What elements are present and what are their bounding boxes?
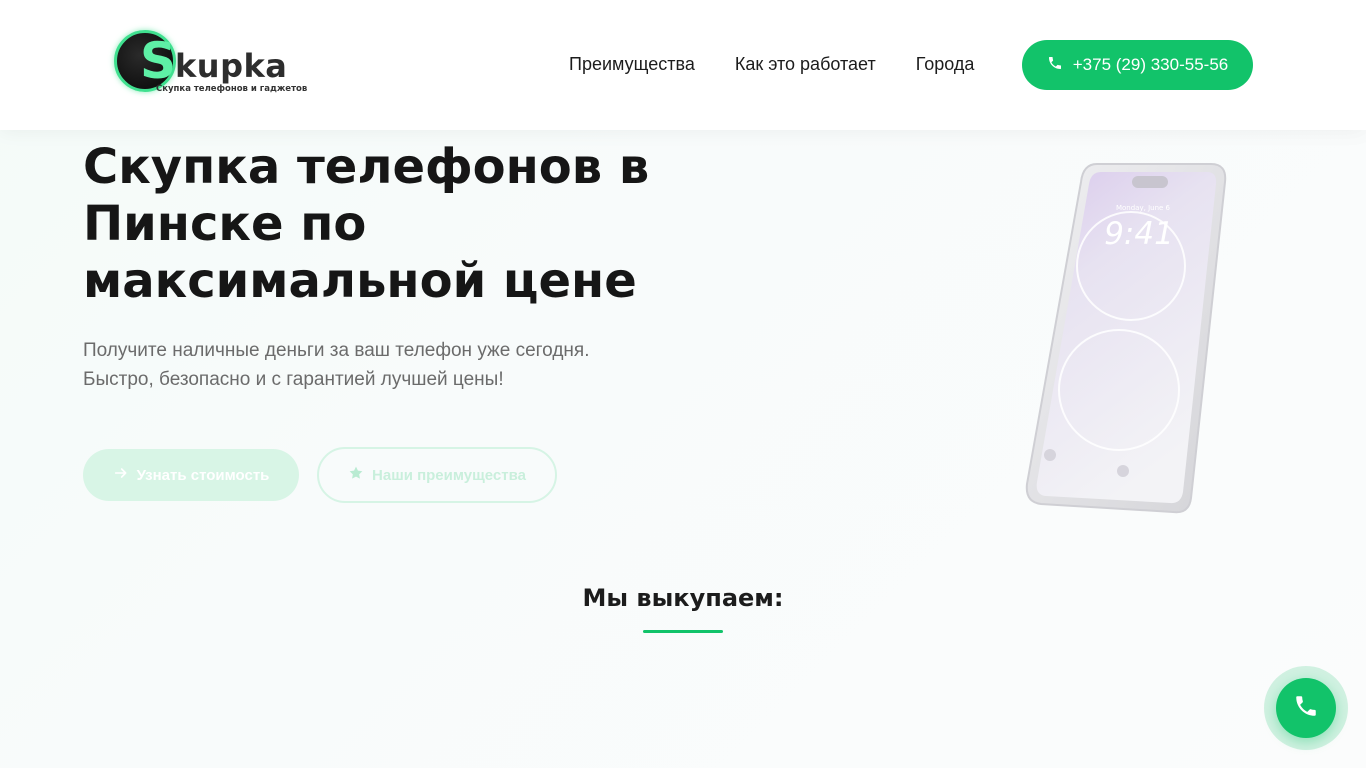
advantages-label: Наши преимущества <box>372 466 526 484</box>
star-icon <box>348 465 364 485</box>
section-underline <box>643 630 723 633</box>
iphone-image: Monday, June 6 9:41 <box>1025 163 1227 514</box>
logo-wordmark: kupka <box>175 47 288 85</box>
nav-item-how-it-works[interactable]: Как это работает <box>735 52 876 76</box>
phone-icon <box>1293 693 1319 723</box>
section-title-we-buy: Мы выкупаем: <box>582 584 784 612</box>
page: S kupka Скупка телефонов и гаджетов Преи… <box>0 0 1366 768</box>
nav-item-advantages[interactable]: Преимущества <box>569 52 695 76</box>
phone-icon <box>1047 55 1063 76</box>
hero-title: Скупка телефонов в Пинске по максимально… <box>83 139 650 309</box>
hero-subtitle: Получите наличные деньги за ваш телефон … <box>83 340 590 390</box>
flashlight-icon <box>1044 449 1056 461</box>
advantages-button[interactable]: Наши преимущества <box>317 447 557 503</box>
camera-icon <box>1117 465 1129 477</box>
main-nav: Преимущества Как это работает Города <box>569 52 974 76</box>
site-header: S kupka Скупка телефонов и гаджетов Преи… <box>0 0 1366 130</box>
iphone-screen-date: Monday, June 6 <box>1116 204 1171 212</box>
floating-call-button[interactable] <box>1276 678 1336 738</box>
phone-number: +375 (29) 330-55-56 <box>1072 55 1229 74</box>
nav-item-cities[interactable]: Города <box>916 52 975 76</box>
iphone-screen-time: 9:41 <box>1104 216 1174 252</box>
logo-letter: S <box>140 32 177 90</box>
get-price-button[interactable]: Узнать стоимость <box>83 449 299 501</box>
phone-call-button[interactable]: +375 (29) 330-55-56 <box>1022 40 1253 90</box>
logo[interactable]: S kupka Скупка телефонов и гаджетов <box>114 30 319 98</box>
logo-tagline: Скупка телефонов и гаджетов <box>156 84 308 94</box>
arrow-right-icon <box>113 465 129 485</box>
get-price-label: Узнать стоимость <box>136 466 270 484</box>
